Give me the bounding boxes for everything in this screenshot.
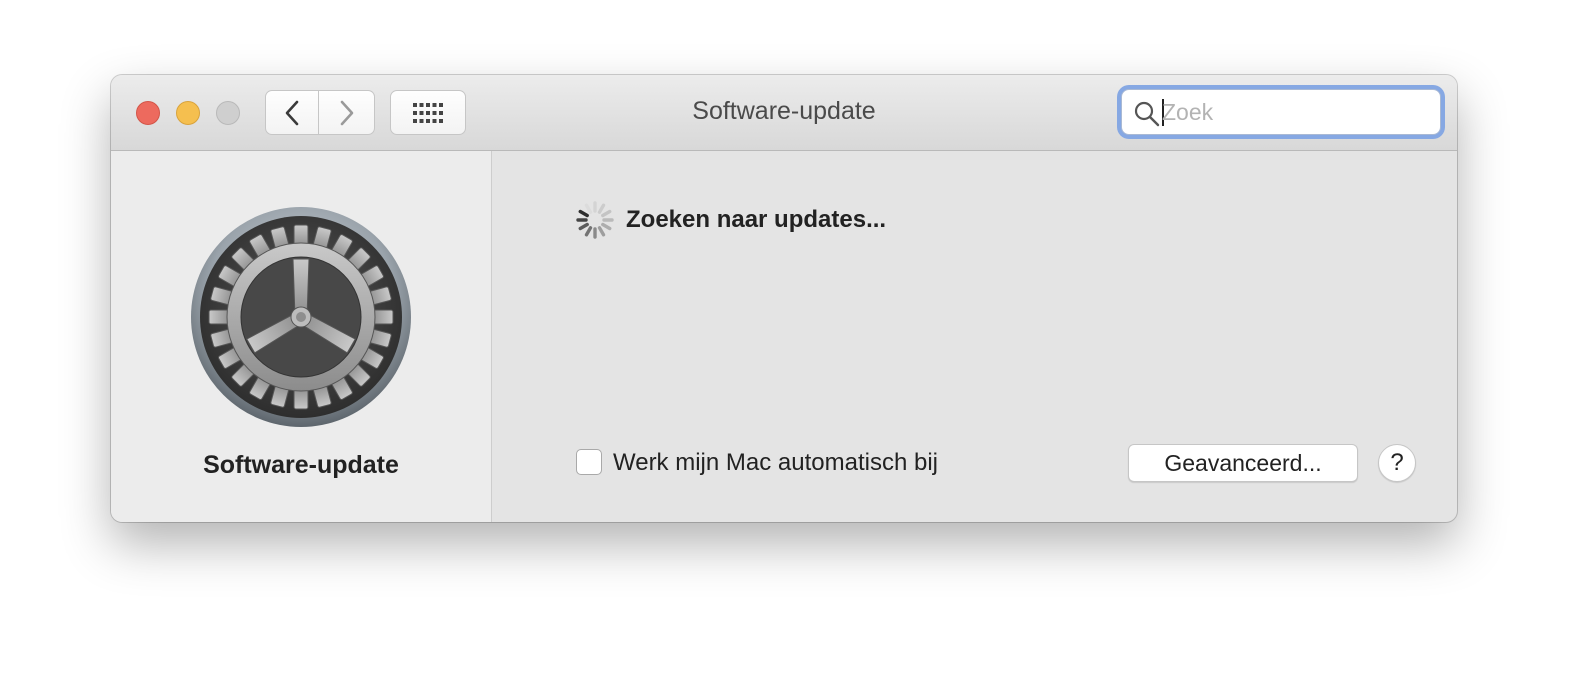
show-all-button[interactable] (390, 90, 466, 135)
zoom-button (216, 101, 240, 125)
grid-icon (413, 102, 443, 123)
auto-update-checkbox[interactable] (576, 449, 602, 475)
navigation-buttons (265, 90, 375, 135)
search-field[interactable] (1121, 89, 1441, 135)
pane-name-label: Software-update (203, 451, 399, 479)
update-status-text: Zoeken naar updates... (626, 206, 887, 233)
search-input[interactable] (1162, 96, 1422, 128)
advanced-button[interactable]: Geavanceerd... (1128, 444, 1358, 482)
title-bar: Software-update (111, 75, 1457, 151)
auto-update-label[interactable]: Werk mijn Mac automatisch bij (613, 449, 938, 477)
search-icon (1134, 101, 1160, 127)
software-update-gear-icon (191, 207, 411, 427)
minimize-button[interactable] (176, 101, 200, 125)
help-button[interactable]: ? (1378, 444, 1416, 482)
forward-button[interactable] (319, 90, 375, 135)
close-button[interactable] (136, 101, 160, 125)
chevron-left-icon (285, 100, 299, 125)
system-preferences-window: Software-update Zoek Software-update Zoe… (111, 75, 1457, 522)
sidebar-pane: Software-update (111, 151, 492, 522)
loading-spinner-icon (576, 201, 614, 239)
chevron-right-icon (340, 100, 353, 125)
back-button[interactable] (265, 90, 319, 135)
main-pane: Zoeken naar updates... Werk mijn Mac aut… (492, 151, 1457, 522)
